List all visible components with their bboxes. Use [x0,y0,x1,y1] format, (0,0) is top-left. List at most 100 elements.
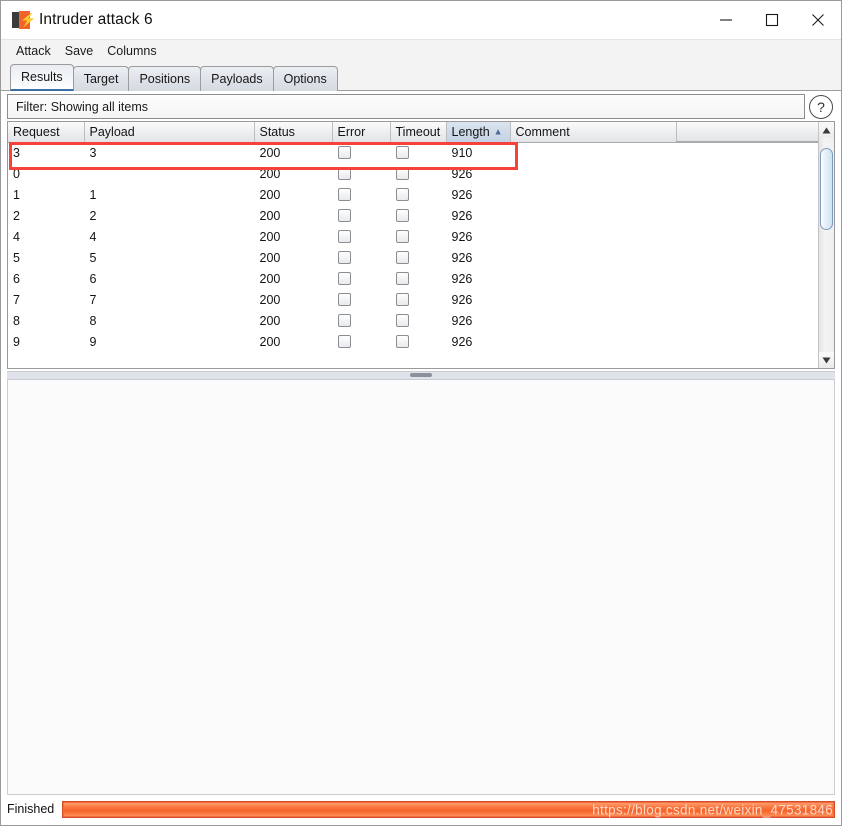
cell-timeout-checkbox[interactable] [395,229,409,243]
column-header-payload[interactable]: Payload [84,122,255,143]
column-header-comment[interactable]: Comment [510,122,683,143]
cell-length: 926 [446,247,511,268]
minimize-icon [720,19,732,21]
table-row[interactable]: 1 1 200 926 [8,184,818,205]
maximize-button[interactable] [749,1,795,39]
tab-options[interactable]: Options [272,66,338,91]
cell-error-checkbox[interactable] [337,229,351,243]
cell-status: 200 [254,247,333,268]
cell-error-checkbox[interactable] [337,271,351,285]
close-icon [812,14,824,26]
cell-length: 926 [446,310,511,331]
cell-error-checkbox[interactable] [337,145,351,159]
cell-status: 200 [254,289,333,310]
scrollbar-thumb[interactable] [820,148,833,230]
cell-comment [510,310,683,331]
cell-timeout-checkbox[interactable] [395,250,409,264]
filter-bar[interactable]: Filter: Showing all items [7,94,805,119]
cell-comment [510,289,683,310]
split-pane-divider[interactable] [7,371,835,380]
tab-target[interactable]: Target [72,66,130,91]
cell-timeout-checkbox[interactable] [395,334,409,348]
window-controls [703,1,841,39]
menu-bar: Attack Save Columns [1,39,841,63]
status-bar: Finished https://blog.csdn.net/weixin_47… [1,795,841,825]
filter-row: Filter: Showing all items ? [1,91,841,121]
cell-timeout-checkbox[interactable] [395,166,409,180]
cell-filler [682,226,818,247]
cell-filler [682,289,818,310]
cell-status: 200 [254,142,333,163]
scroll-up-button[interactable] [819,122,834,138]
cell-filler [682,184,818,205]
menu-item-columns[interactable]: Columns [100,42,163,61]
cell-payload: 7 [84,289,255,310]
menu-item-attack[interactable]: Attack [9,42,58,61]
table-row[interactable]: 2 2 200 926 [8,205,818,226]
cell-timeout-checkbox[interactable] [395,313,409,327]
table-row[interactable]: 7 7 200 926 [8,289,818,310]
column-header-length[interactable]: Length ▲ [446,122,511,143]
cell-error [332,310,391,331]
cell-error-checkbox[interactable] [337,292,351,306]
cell-filler [682,310,818,331]
cell-error-checkbox[interactable] [337,187,351,201]
cell-length: 926 [446,184,511,205]
sort-ascending-icon: ▲ [493,126,503,137]
tab-results[interactable]: Results [10,64,74,91]
cell-length: 926 [446,163,511,184]
column-header-request[interactable]: Request [8,122,85,143]
help-icon[interactable]: ? [809,94,833,119]
table-row[interactable]: 3 3 200 910 [8,142,818,163]
cell-error [332,142,391,163]
cell-comment [510,331,683,352]
cell-timeout [390,289,447,310]
cell-timeout-checkbox[interactable] [395,187,409,201]
column-header-status[interactable]: Status [254,122,333,143]
cell-timeout-checkbox[interactable] [395,145,409,159]
cell-error-checkbox[interactable] [337,166,351,180]
cell-error [332,205,391,226]
cell-timeout [390,205,447,226]
scroll-down-button[interactable] [819,352,834,368]
cell-error [332,163,391,184]
cell-timeout [390,268,447,289]
cell-request: 0 [8,163,85,184]
table-row[interactable]: 9 9 200 926 [8,331,818,352]
cell-timeout [390,331,447,352]
cell-comment [510,247,683,268]
cell-timeout-checkbox[interactable] [395,271,409,285]
cell-timeout-checkbox[interactable] [395,292,409,306]
cell-error-checkbox[interactable] [337,208,351,222]
cell-payload: 3 [84,142,255,163]
table-row[interactable]: 8 8 200 926 [8,310,818,331]
column-header-error[interactable]: Error [332,122,391,143]
cell-error-checkbox[interactable] [337,334,351,348]
cell-filler [682,247,818,268]
column-header-timeout[interactable]: Timeout [390,122,447,143]
cell-request: 5 [8,247,85,268]
minimize-button[interactable] [703,1,749,39]
tab-positions[interactable]: Positions [128,66,202,91]
table-row[interactable]: 5 5 200 926 [8,247,818,268]
scrollbar-track[interactable] [819,138,834,352]
cell-error [332,268,391,289]
cell-error-checkbox[interactable] [337,313,351,327]
cell-timeout-checkbox[interactable] [395,208,409,222]
tab-payloads[interactable]: Payloads [200,66,274,91]
results-table: Request Payload Status Error Timeout Len… [8,122,818,352]
cell-error-checkbox[interactable] [337,250,351,264]
table-row[interactable]: 0 200 926 [8,163,818,184]
close-button[interactable] [795,1,841,39]
cell-timeout [390,184,447,205]
table-row[interactable]: 6 6 200 926 [8,268,818,289]
menu-item-save[interactable]: Save [58,42,101,61]
cell-length: 910 [446,142,511,163]
table-row[interactable]: 4 4 200 926 [8,226,818,247]
title-bar: ⚡ Intruder attack 6 [1,1,841,39]
results-vertical-scrollbar[interactable] [818,122,834,368]
cell-error [332,184,391,205]
cell-request: 6 [8,268,85,289]
maximize-icon [765,13,779,27]
cell-status: 200 [254,205,333,226]
